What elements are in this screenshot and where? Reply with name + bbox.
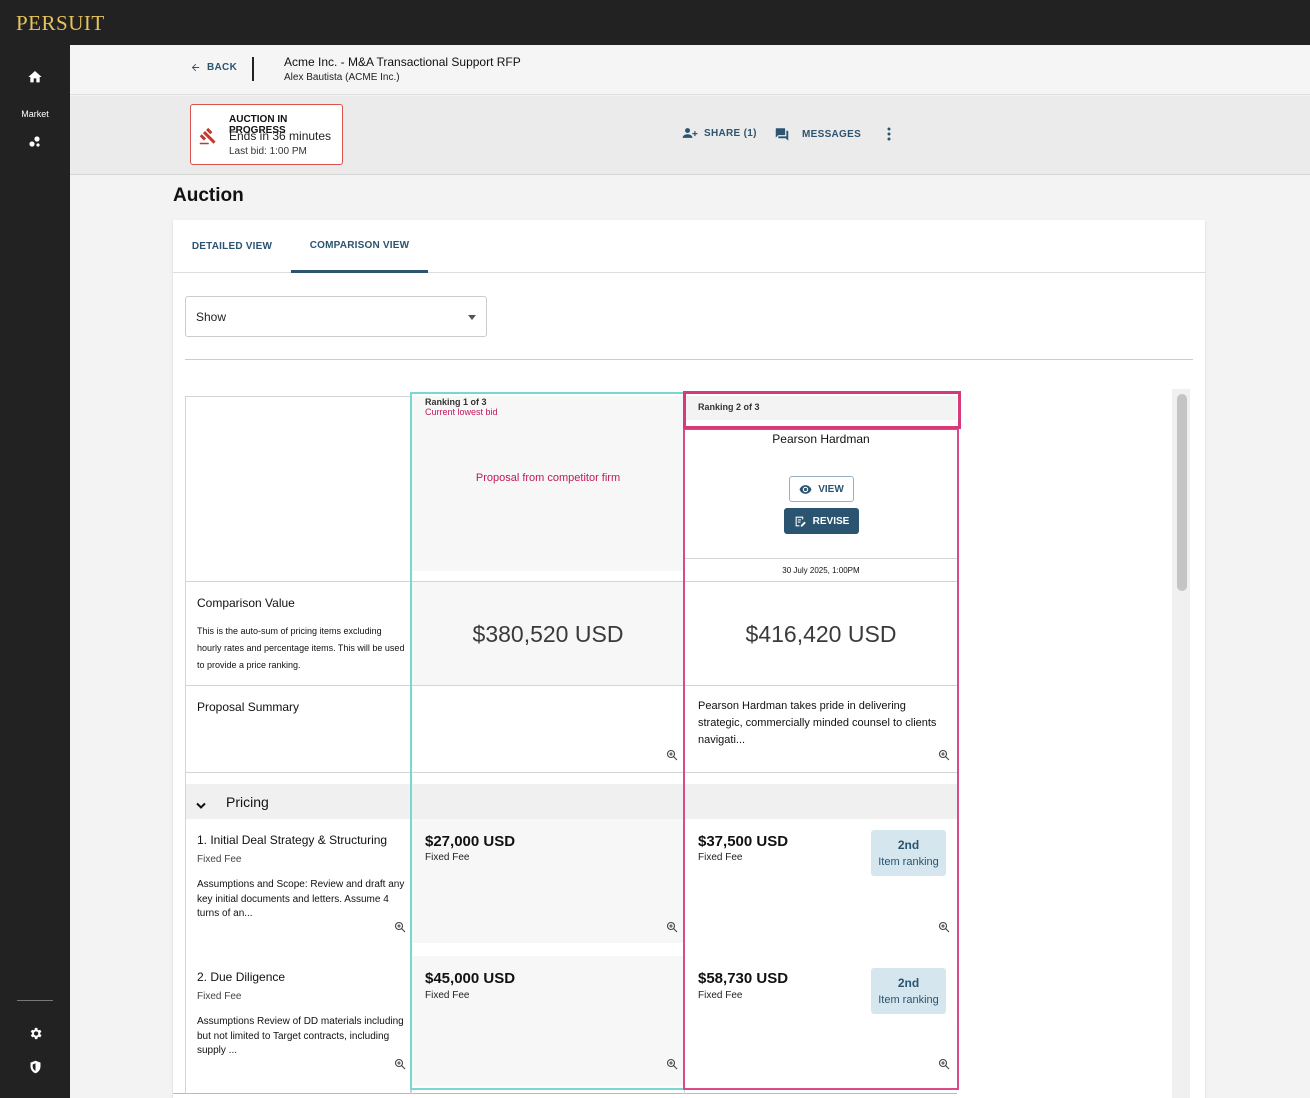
zoom-in-icon[interactable] (666, 748, 678, 766)
col1-ranking-note: Current lowest bid (425, 407, 498, 417)
auction-status-card: AUCTION IN PROGRESS Ends in 36 minutes L… (190, 104, 343, 165)
messages-button[interactable]: MESSAGES (774, 127, 861, 142)
show-filter-select[interactable]: Show (185, 296, 487, 337)
view-proposal-button[interactable]: VIEW (789, 476, 854, 502)
col2-item2-fee: Fixed Fee (698, 990, 743, 1001)
edit-note-icon (795, 516, 806, 527)
col2-item2-price: $58,730 USD (698, 970, 789, 987)
grid-line (411, 396, 412, 1094)
item1-desc: Assumptions and Scope: Review and draft … (197, 879, 405, 919)
col1-item1-price: $27,000 USD (425, 833, 516, 850)
item2-rank-badge: 2nd Item ranking (871, 968, 946, 1014)
grid-line (173, 1093, 957, 1094)
top-bar: PERSUIT (0, 0, 1310, 45)
market-icon[interactable] (0, 135, 70, 149)
col1-comparison-value: $380,520 USD (472, 621, 624, 647)
gavel-icon (199, 127, 216, 145)
grid-line (684, 396, 685, 1094)
zoom-in-icon[interactable] (394, 920, 406, 938)
arrow-left-icon (191, 63, 200, 72)
eye-icon (799, 484, 812, 494)
col2-ranking: Ranking 2 of 3 (698, 402, 760, 412)
col1-placeholder: Proposal from competitor firm (475, 472, 621, 484)
rail-divider (17, 1000, 53, 1001)
shield-icon[interactable] (0, 1059, 70, 1075)
zoom-in-icon[interactable] (938, 748, 950, 766)
col1-item2-fee: Fixed Fee (425, 990, 470, 1001)
page-title: Auction (173, 185, 244, 206)
pricing-section-title: Pricing (226, 794, 269, 810)
col2-date: 30 July 2025, 1:00PM (782, 566, 860, 575)
zoom-in-icon[interactable] (666, 920, 678, 938)
header-divider (252, 57, 254, 81)
home-icon[interactable] (0, 69, 70, 85)
col1-ranking: Ranking 1 of 3 (425, 397, 487, 407)
grid-line (185, 772, 957, 773)
col2-firm-name: Pearson Hardman (772, 432, 870, 446)
revise-label: REVISE (812, 515, 850, 527)
item1-fee-type: Fixed Fee (197, 854, 242, 865)
revise-proposal-button[interactable]: REVISE (784, 508, 859, 534)
person-add-icon (682, 128, 698, 138)
tab-comparison-view[interactable]: COMPARISON VIEW (291, 220, 428, 273)
grid-line (685, 558, 957, 559)
item1-rank-badge: 2nd Item ranking (871, 830, 946, 876)
app-logo[interactable]: PERSUIT (16, 11, 105, 36)
item2-rank-label: Item ranking (878, 994, 939, 1006)
view-label: VIEW (818, 483, 844, 495)
grid-line (185, 685, 957, 686)
item1-name: 1. Initial Deal Strategy & Structuring (197, 833, 388, 847)
col2-summary: Pearson Hardman takes pride in deliverin… (698, 700, 937, 746)
zoom-in-icon[interactable] (394, 1057, 406, 1075)
caret-down-icon (468, 315, 476, 320)
col2-comparison-value: $416,420 USD (745, 621, 897, 647)
left-rail: Market (0, 45, 70, 1098)
rfp-title: Acme Inc. - M&A Transactional Support RF… (284, 55, 521, 69)
chevron-down-icon[interactable] (196, 797, 206, 815)
rfp-subtitle: Alex Bautista (ACME Inc.) (284, 72, 400, 83)
auction-last-bid: Last bid: 1:00 PM (229, 146, 307, 157)
rail-market-label[interactable]: Market (0, 109, 70, 119)
filter-divider (185, 359, 1193, 360)
more-menu-button[interactable] (886, 127, 892, 141)
pricing-section-row (186, 784, 957, 819)
share-button[interactable]: SHARE (1) (682, 127, 757, 139)
row-label-column (185, 396, 411, 1094)
item2-name: 2. Due Diligence (197, 970, 286, 984)
settings-icon[interactable] (0, 1026, 70, 1041)
item2-rank: 2nd (897, 976, 920, 990)
auction-ends: Ends in 36 minutes (229, 129, 332, 143)
proposal-summary-label: Proposal Summary (197, 700, 300, 714)
back-label: BACK (207, 62, 238, 73)
zoom-in-icon[interactable] (666, 1057, 678, 1075)
back-button[interactable]: BACK (190, 62, 237, 73)
tab-detailed-view[interactable]: DETAILED VIEW (173, 220, 291, 273)
scrollbar-thumb[interactable] (1177, 394, 1187, 591)
zoom-in-icon[interactable] (938, 1057, 950, 1075)
rfp-header: BACK Acme Inc. - M&A Transactional Suppo… (70, 45, 1310, 95)
grid-line (185, 581, 957, 582)
messages-label: MESSAGES (802, 129, 862, 140)
item1-rank-label: Item ranking (878, 856, 939, 868)
zoom-in-icon[interactable] (938, 920, 950, 938)
col1-item2-price: $45,000 USD (425, 970, 516, 987)
comparison-value-desc: This is the auto-sum of pricing items ex… (197, 626, 405, 670)
comparison-value-label: Comparison Value (197, 596, 295, 610)
share-label: SHARE (1) (704, 127, 757, 139)
more-vert-icon (887, 127, 891, 141)
auction-header: AUCTION IN PROGRESS Ends in 36 minutes L… (70, 96, 1310, 175)
show-filter-value: Show (196, 310, 227, 324)
col2-item1-price: $37,500 USD (698, 833, 789, 850)
item1-rank: 2nd (897, 838, 920, 852)
chat-icon (775, 128, 789, 141)
col2-item1-fee: Fixed Fee (698, 852, 743, 863)
view-tabs: DETAILED VIEW COMPARISON VIEW (173, 220, 1205, 273)
item2-fee-type: Fixed Fee (197, 991, 242, 1002)
item2-desc: Assumptions Review of DD materials inclu… (197, 1016, 404, 1056)
col1-item1-fee: Fixed Fee (425, 852, 470, 863)
